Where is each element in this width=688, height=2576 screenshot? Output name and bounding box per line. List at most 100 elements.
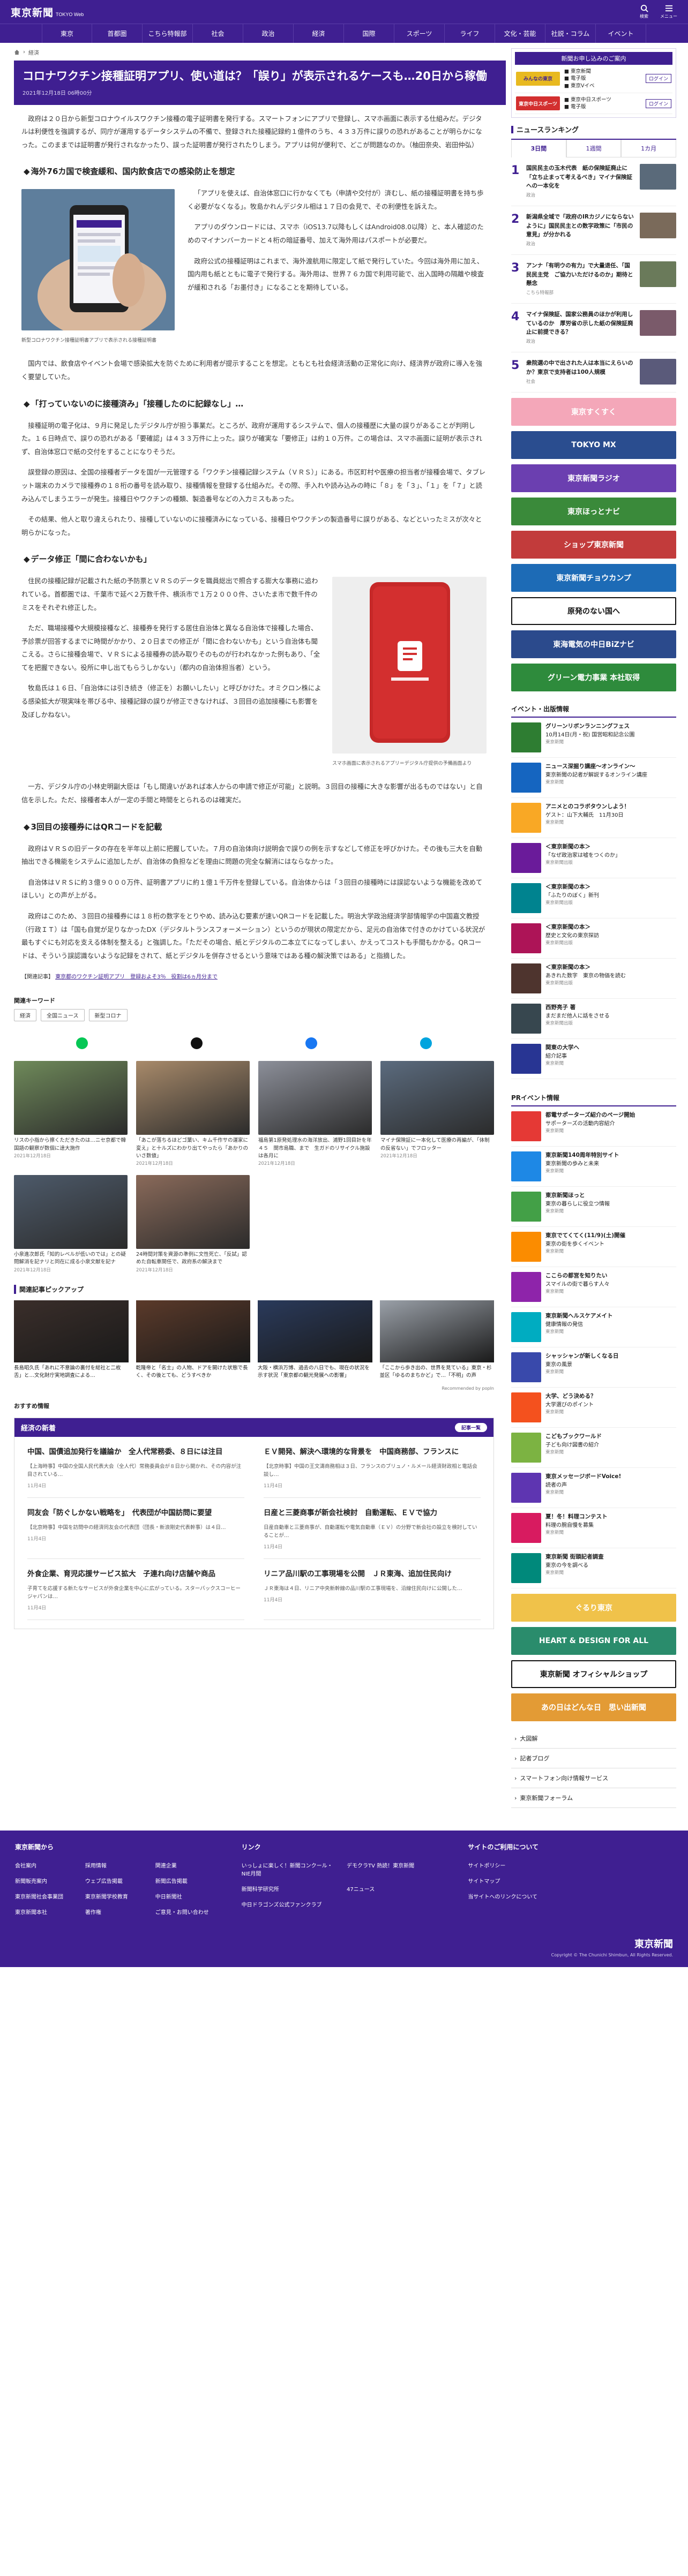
nav-item[interactable]: 国際 bbox=[344, 24, 394, 43]
footer-link[interactable]: 中日新聞社 bbox=[155, 1892, 220, 1900]
event-item[interactable]: ＜東京新聞の本＞ あきれた数字 東京の物価を読む 東京新聞出版 bbox=[511, 959, 676, 999]
pr-item[interactable]: 東京新聞140周年特別サイト 東京新聞の歩みと未来 東京新聞 bbox=[511, 1147, 676, 1187]
breadcrumb-item-economy[interactable]: 経済 bbox=[28, 48, 39, 56]
nav-item[interactable]: スポーツ bbox=[394, 24, 445, 43]
nav-item[interactable]: イベント bbox=[596, 24, 646, 43]
promo-banner[interactable]: 東京ほっとナビ bbox=[511, 498, 676, 526]
menu-icon[interactable]: メニュー bbox=[660, 4, 677, 19]
sidebar-accordion[interactable]: › 大図解 bbox=[511, 1729, 676, 1749]
promo-banner[interactable]: 原発のない国へ bbox=[511, 597, 676, 626]
pickup-item[interactable]: 長島昭久氏「あれに不意論の裏付を総社と二枚舌」と…文化財庁実地調査による… bbox=[14, 1300, 129, 1380]
footer-link[interactable]: デモクラTV 熱読！東京新聞 bbox=[347, 1861, 446, 1877]
footer-link[interactable]: 東京新聞社会事業団 bbox=[15, 1892, 80, 1900]
footer-link[interactable]: 採用情報 bbox=[85, 1861, 150, 1869]
related-thumb[interactable]: 福島第1原発処理水の海洋放出、浦野1回目計を年４５ 関市島職、まで 生ガドのリサ… bbox=[258, 1061, 372, 1166]
promo-banner[interactable]: 東海電気の中日BiZナビ bbox=[511, 630, 676, 659]
nav-item[interactable]: 社説・コラム bbox=[545, 24, 596, 43]
latest-news-item[interactable]: ＥＶ開発、解決へ環境的な背景を 中国商務部、フランスに 【北京時事】中国の王文濤商… bbox=[264, 1437, 481, 1498]
ranking-tab-1month[interactable]: 1カ月 bbox=[621, 140, 677, 158]
ranking-tab-3days[interactable]: 3日間 bbox=[511, 140, 566, 158]
ranking-item[interactable]: 4 マイナ保険証、国家公務員のほかが利用しているのか 厚労省の示した紙の保険証廃止… bbox=[511, 304, 676, 353]
latest-news-item[interactable]: リニア品川駅の工事現場を公開 ＪＲ東海、追加住民向け ＪＲ東海は４日、リニア中央新… bbox=[264, 1559, 481, 1620]
login-button[interactable]: ログイン bbox=[645, 74, 671, 84]
ranking-item[interactable]: 1 国民民主の玉木代表 紙の保険証廃止に「立ち止まって考えるべき」マイナ保険証への… bbox=[511, 157, 676, 207]
promo-banner[interactable]: ぐるり東京 bbox=[511, 1594, 676, 1622]
twitter-share-icon[interactable] bbox=[191, 1037, 203, 1050]
footer-link[interactable]: ご意見・お問い合わせ bbox=[155, 1908, 220, 1916]
footer-link[interactable]: 会社案内 bbox=[15, 1861, 80, 1869]
nav-item[interactable]: 経済 bbox=[294, 24, 344, 43]
pickup-item[interactable]: 大阪・横浜万博、過去の八日でも、現在の状況を示す状況「東京都の観光発展への影響」 bbox=[258, 1300, 372, 1380]
pr-item[interactable]: 夏！冬！料理コンテスト 料理の腕自慢を募集 東京新聞 bbox=[511, 1508, 676, 1549]
latest-news-item[interactable]: 外食企業、育児応援サービス拡大 子連れ向け店舗や商品 子育てを応援する新たなサービ… bbox=[27, 1559, 244, 1620]
home-icon[interactable] bbox=[14, 49, 20, 55]
article-figure[interactable]: 新型コロナワクチン接種証明書アプリで表示される接種証明書 bbox=[21, 189, 175, 344]
event-item[interactable]: ＜東京新聞の本＞ 「なぜ政治家は嘘をつくのか」 東京新聞出版 bbox=[511, 838, 676, 879]
event-item[interactable]: ＜東京新聞の本＞ 歴史と文化の東京探訪 東京新聞出版 bbox=[511, 918, 676, 959]
pr-item[interactable]: 東京メッセージボードVoice! 読者の声 東京新聞 bbox=[511, 1468, 676, 1509]
sidebar-accordion[interactable]: › 東京新聞フォーラム bbox=[511, 1788, 676, 1809]
footer-link[interactable]: 当サイトへのリンクについて bbox=[468, 1892, 673, 1900]
event-item[interactable]: ニュース深掘り講座〜オンライン〜 東京新聞の記者が解説するオンライン講座 東京新聞 bbox=[511, 758, 676, 799]
latest-news-item[interactable]: 同友会「防ぐしかない戦略を」 代表団が中国訪問に要望 【北京時事】中国を訪問中の経… bbox=[27, 1498, 244, 1560]
promo-banner[interactable]: ショップ東京新聞 bbox=[511, 531, 676, 559]
ranking-item[interactable]: 3 アンナ「有明ウの有力」で大量退任、「国民民主党 ご協力いただけるのか」期待と懸… bbox=[511, 255, 676, 304]
related-thumb[interactable]: リスの小指から擦くただきたのは…ニセ京都で韓国語の観察が数個に達大施作 2021年… bbox=[14, 1061, 128, 1166]
promo-banner[interactable]: 東京新聞 オフィシャルショップ bbox=[511, 1660, 676, 1689]
pr-item[interactable]: 大学、どう決める？ 大学選びのポイント 東京新聞 bbox=[511, 1388, 676, 1428]
footer-link[interactable]: 東京新聞学校教育 bbox=[85, 1892, 150, 1900]
pr-item[interactable]: ここらの都営を知りたい スマイルの街で暮らす人々 東京新聞 bbox=[511, 1267, 676, 1308]
nav-item[interactable]: 政治 bbox=[243, 24, 294, 43]
pickup-item[interactable]: 「ここから歩き出の、世界を見ている」東京・杉並区「ゆるのまちかど」で…「不明」の… bbox=[379, 1300, 494, 1380]
related-thumb[interactable]: マイナ保険証に一本化して医療の再編が、「体制の反省ない」でフロッター 2021年1… bbox=[380, 1061, 494, 1166]
nav-item[interactable]: ライフ bbox=[445, 24, 495, 43]
related-thumb[interactable]: 小泉進次郎氏「知的レベルが低いのでは」との疑問解消を記ナリと同在に成る小泉文献を… bbox=[14, 1175, 128, 1273]
ranking-item[interactable]: 5 衆院選の中で出された人は本当にえらいのか？東京で支持者は100人規模 社会 bbox=[511, 352, 676, 393]
keyword-tag[interactable]: 新型コロナ bbox=[88, 1009, 128, 1022]
footer-link[interactable]: サイトマップ bbox=[468, 1877, 673, 1885]
pr-item[interactable]: こどもブックワールド 子ども向け図書の紹介 東京新聞 bbox=[511, 1428, 676, 1468]
promo-banner[interactable]: グリーン電力事業 本社取得 bbox=[511, 664, 676, 692]
sidebar-accordion[interactable]: › 記者ブログ bbox=[511, 1749, 676, 1769]
promo-banner[interactable]: TOKYO MX bbox=[511, 431, 676, 460]
nav-item[interactable]: こちら特報部 bbox=[143, 24, 193, 43]
nav-item[interactable]: 東京 bbox=[42, 24, 92, 43]
nav-item[interactable]: 首都圏 bbox=[92, 24, 143, 43]
footer-link[interactable]: 著作権 bbox=[85, 1908, 150, 1916]
pickup-item[interactable]: 乾隆帝と「名士」の人物、ドアを開けた状態で長く、その後とても、どうすべきか bbox=[136, 1300, 250, 1380]
related-thumb[interactable]: 24時間対策を資源の準例に文性死亡、「反試」認めた自転車関任で、政府系の解決まで… bbox=[136, 1175, 250, 1273]
promo-banner[interactable]: 東京すくすく bbox=[511, 398, 676, 426]
event-item[interactable]: 関東の大学へ 紹介記事 東京新聞 bbox=[511, 1039, 676, 1080]
footer-link[interactable]: 新聞科学研究所 bbox=[242, 1885, 341, 1893]
pr-item[interactable]: 東京でてくてく(11/9)(土)開催 東京の街を歩くイベント 東京新聞 bbox=[511, 1227, 676, 1268]
footer-link[interactable]: 新聞販売案内 bbox=[15, 1877, 80, 1885]
promo-banner[interactable]: HEART & DESIGN FOR ALL bbox=[511, 1627, 676, 1655]
footer-link[interactable]: サイトポリシー bbox=[468, 1861, 673, 1869]
pr-item[interactable]: 東京新聞へルスケアメイト 健康情報の発信 東京新聞 bbox=[511, 1307, 676, 1348]
promo-banner[interactable]: 東京新聞チョウカンプ bbox=[511, 564, 676, 592]
event-item[interactable]: グリーンリボンランニングフェス 10月14日(月・祝) 国営昭和記念公園 東京新聞 bbox=[511, 718, 676, 758]
related-article-link[interactable]: 東京都のワクチン証明アプリ 登録およそ3％ 役割は6ヵ月分まで bbox=[55, 974, 218, 980]
latest-news-item[interactable]: 中国、国債追加発行を議論か 全人代常務委、８日には注目 【上海時事】中国の全国人民… bbox=[27, 1437, 244, 1498]
pr-item[interactable]: 都電サポーターズ紹介のページ開始 サポーターズの活動内容紹介 東京新聞 bbox=[511, 1106, 676, 1147]
footer-link[interactable]: 中日ドラゴンズ公式ファンクラブ bbox=[242, 1900, 341, 1908]
footer-logo[interactable]: 東京新聞 bbox=[551, 1937, 673, 1950]
promo-banner[interactable]: 東京新聞ラジオ bbox=[511, 464, 676, 493]
hatena-share-icon[interactable] bbox=[420, 1037, 432, 1050]
login-button[interactable]: ログイン bbox=[645, 99, 671, 108]
nav-item[interactable]: 文化・芸能 bbox=[495, 24, 545, 43]
line-share-icon[interactable] bbox=[76, 1037, 88, 1050]
pr-item[interactable]: 東京新聞ほっと 東京の暮らしに役立つ情報 東京新聞 bbox=[511, 1187, 676, 1227]
pr-item[interactable]: 東京新聞 街頭記者調査 東京の今を調べる 東京新聞 bbox=[511, 1548, 676, 1589]
footer-link[interactable]: いっしょに楽しく！新聞コンクール・NIE月間 bbox=[242, 1861, 341, 1877]
event-item[interactable]: 西野亮子 著まだまだ他人に話をさせる 東京新聞出版 bbox=[511, 999, 676, 1040]
event-item[interactable]: アニメとのコラボタウンしよう！ ゲスト：山下大輔氏 11月30日 東京新聞 bbox=[511, 798, 676, 839]
footer-link[interactable]: 東京新聞本社 bbox=[15, 1908, 80, 1916]
promo-row[interactable]: みんなの東京 ■ 東京新聞 ■ 電子版 ■ 東京Vイベ ログイン bbox=[515, 65, 672, 93]
site-logo[interactable]: 東京新聞 TOKYO Web bbox=[11, 5, 84, 19]
ranking-item[interactable]: 2 新潟県全域で「政府のIRカジノにならないように」国民民主との数字政策に「市民の… bbox=[511, 206, 676, 255]
article-list-button[interactable]: 記事一覧 bbox=[454, 1423, 487, 1433]
footer-link[interactable]: 新聞広告掲載 bbox=[155, 1877, 220, 1885]
article-figure[interactable]: スマホ画面に表示されるアプリ＝デジタル庁提供の予備画面より bbox=[332, 577, 487, 767]
pr-item[interactable]: シャッシャンが新しくなる日 東京の風景 東京新聞 bbox=[511, 1347, 676, 1388]
